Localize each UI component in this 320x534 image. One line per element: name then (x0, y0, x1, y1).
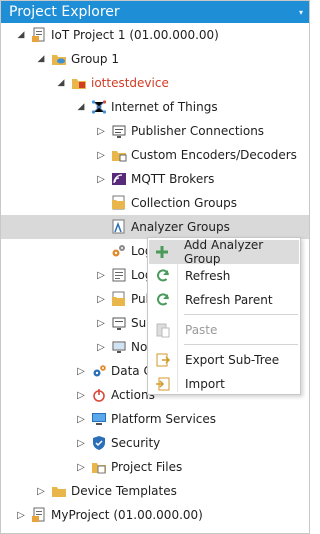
collapsed-arrow-icon[interactable]: ▷ (95, 173, 107, 185)
tree-node-label: Custom Encoders/Decoders (131, 148, 297, 162)
tree-node-label: Platform Services (111, 412, 217, 426)
context-menu: Add Analyzer Group Refresh Refresh Parent P… (147, 237, 301, 395)
tree-node-label: Internet of Things (111, 100, 218, 114)
menu-item-add-analyzer-group[interactable]: Add Analyzer Group (149, 238, 299, 266)
iot-icon (91, 99, 107, 115)
encoders-icon (111, 147, 127, 163)
tree-node[interactable]: ▷ Security (1, 431, 309, 455)
tree-node-label: Security (111, 436, 161, 450)
tree-node[interactable]: ▷ Custom Encoders/Decoders (1, 143, 309, 167)
tree-node-label: No (131, 340, 148, 354)
tree-node-label: Group 1 (71, 52, 119, 66)
tree-node[interactable]: Analyzer Groups (1, 215, 309, 239)
collapsed-arrow-icon[interactable]: ▷ (75, 461, 87, 473)
security-icon (91, 435, 107, 451)
tree-node-label: IoT Project 1 (01.00.000.00) (51, 28, 219, 42)
platform-services-icon (91, 411, 107, 427)
tree-node[interactable]: ▷ MyProject (01.00.000.00) (1, 503, 309, 527)
refresh-icon (149, 268, 177, 284)
collapsed-arrow-icon[interactable]: ▷ (75, 437, 87, 449)
tree-node[interactable]: ▷ Project Files (1, 455, 309, 479)
tree-node[interactable]: ▷ Publisher Connections (1, 119, 309, 143)
menu-separator (184, 344, 298, 345)
tree-node[interactable]: Collection Groups (1, 191, 309, 215)
menu-item-export-sub-tree[interactable]: Export Sub-Tree (149, 348, 299, 372)
export-icon (149, 352, 177, 368)
collapsed-arrow-icon[interactable]: ▷ (15, 509, 27, 521)
tree-node-label: Device Templates (71, 484, 177, 498)
tree-node[interactable]: ▷ MQTT Brokers (1, 167, 309, 191)
tree-node[interactable]: ◢ Internet of Things (1, 95, 309, 119)
data-collection-icon (91, 363, 107, 379)
menu-item-paste[interactable]: Paste (149, 318, 299, 342)
folder-icon (51, 483, 67, 499)
project-icon (31, 507, 47, 523)
expanded-arrow-icon[interactable]: ◢ (55, 77, 67, 89)
tree-node[interactable]: ◢ Group 1 (1, 47, 309, 71)
collapsed-arrow-icon[interactable]: ▷ (75, 413, 87, 425)
menu-separator (184, 314, 298, 315)
project-files-icon (91, 459, 107, 475)
analyzer-groups-icon (111, 219, 127, 235)
folder-cloud-icon (51, 51, 67, 67)
device-icon (71, 75, 87, 91)
tree-node-label: Publisher Connections (131, 124, 265, 138)
menu-item-label: Export Sub-Tree (185, 353, 280, 367)
expanded-arrow-icon[interactable]: ◢ (75, 101, 87, 113)
log-icon (111, 267, 127, 283)
expanded-arrow-icon[interactable]: ◢ (15, 29, 27, 41)
collapsed-arrow-icon[interactable]: ▷ (95, 269, 107, 281)
tree-node-label: MQTT Brokers (131, 172, 215, 186)
tree-node[interactable]: ▷ Device Templates (1, 479, 309, 503)
import-icon (149, 376, 177, 392)
tree-node-label: MyProject (01.00.000.00) (51, 508, 203, 522)
tree-node-label: Project Files (111, 460, 183, 474)
collapsed-arrow-icon[interactable]: ▷ (75, 365, 87, 377)
menu-item-label: Refresh Parent (185, 293, 273, 307)
collapsed-arrow-icon[interactable]: ▷ (95, 317, 107, 329)
collection-groups-icon (111, 195, 127, 211)
refresh-parent-icon (149, 292, 177, 308)
tree-node-label: iottestdevice (91, 76, 169, 90)
publisher-connections-icon (111, 123, 127, 139)
collapsed-arrow-icon[interactable]: ▷ (95, 149, 107, 161)
menu-item-import[interactable]: Import (149, 372, 299, 396)
panel-title-bar: Project Explorer ▾ (1, 1, 309, 23)
collapsed-arrow-icon[interactable]: ▷ (75, 389, 87, 401)
tree-node[interactable]: ▷ Platform Services (1, 407, 309, 431)
collapsed-arrow-icon[interactable]: ▷ (95, 341, 107, 353)
mqtt-icon (111, 171, 127, 187)
panel-menu-dropdown-icon[interactable]: ▾ (299, 8, 303, 17)
menu-item-refresh[interactable]: Refresh (149, 264, 299, 288)
tree-node-label: Collection Groups (131, 196, 237, 210)
collapsed-arrow-icon[interactable]: ▷ (95, 125, 107, 137)
tree-node[interactable]: ◢ IoT Project 1 (01.00.000.00) (1, 23, 309, 47)
actions-icon (91, 387, 107, 403)
panel-title: Project Explorer (9, 4, 120, 20)
menu-item-label: Import (185, 377, 225, 391)
collapsed-arrow-icon[interactable]: ▷ (35, 485, 47, 497)
publisher-icon (111, 291, 127, 307)
menu-item-label: Paste (185, 323, 218, 337)
project-icon (31, 27, 47, 43)
menu-item-refresh-parent[interactable]: Refresh Parent (149, 288, 299, 312)
gears-icon (111, 243, 127, 259)
paste-icon (149, 322, 177, 338)
tree-node-label: Analyzer Groups (131, 220, 230, 234)
tree-node[interactable]: ◢ iottestdevice (1, 71, 309, 95)
node-icon (111, 339, 127, 355)
add-icon (149, 244, 176, 260)
expanded-arrow-icon[interactable]: ◢ (35, 53, 47, 65)
collapsed-arrow-icon[interactable]: ▷ (95, 293, 107, 305)
subscriber-icon (111, 315, 127, 331)
menu-item-label: Add Analyzer Group (183, 238, 264, 266)
menu-item-label: Refresh (185, 269, 231, 283)
